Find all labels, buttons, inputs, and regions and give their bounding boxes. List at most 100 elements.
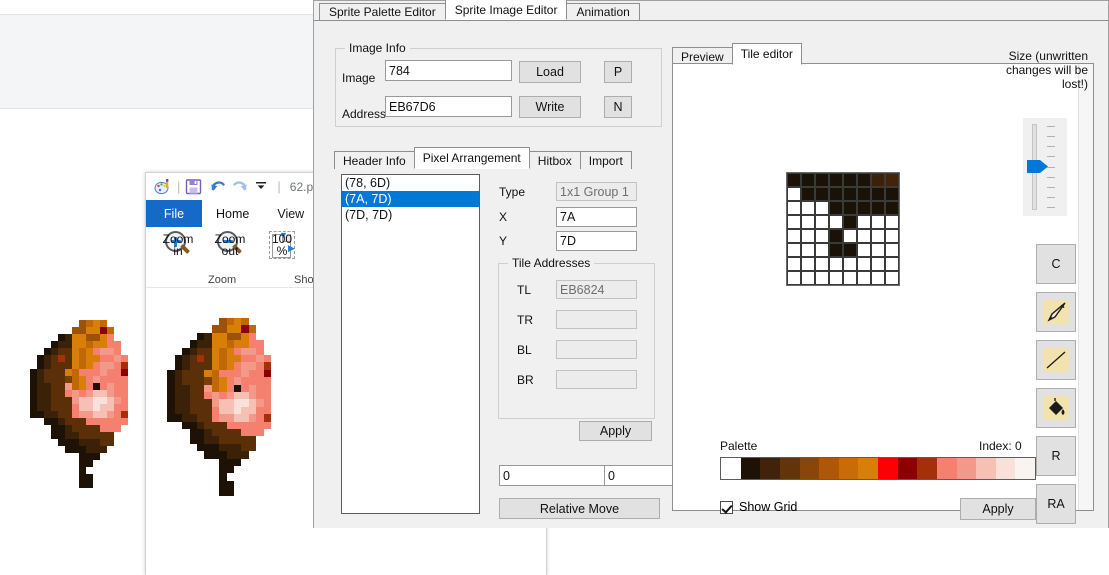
palette-swatch[interactable]	[917, 458, 937, 479]
tile-pixel[interactable]	[885, 229, 899, 243]
palette-strip[interactable]	[720, 457, 1036, 480]
list-item[interactable]: (7A, 7D)	[342, 191, 479, 207]
tab-animation[interactable]: Animation	[566, 3, 639, 20]
tile-pixel[interactable]	[857, 271, 871, 285]
tile-pixel[interactable]	[871, 201, 885, 215]
tile-pixel[interactable]	[843, 243, 857, 257]
address-input[interactable]	[385, 96, 512, 117]
actual-size-button[interactable]: ▼▶ 100%	[256, 231, 308, 259]
palette-swatch[interactable]	[819, 458, 839, 479]
tile-pixel[interactable]	[829, 201, 843, 215]
offset-x-stepper[interactable]: ▲▼	[499, 465, 555, 486]
tile-pixel[interactable]	[843, 271, 857, 285]
tile-pixel[interactable]	[829, 215, 843, 229]
image-input[interactable]	[385, 60, 512, 81]
tile-pixel[interactable]	[829, 229, 843, 243]
tab-sprite-palette-editor[interactable]: Sprite Palette Editor	[319, 3, 446, 20]
y-input[interactable]	[556, 231, 637, 251]
paint-tab-view[interactable]: View	[263, 200, 318, 227]
tile-pixel[interactable]	[871, 243, 885, 257]
redo-icon[interactable]	[231, 178, 249, 196]
tile-pixel[interactable]	[871, 215, 885, 229]
tab-tile-editor[interactable]: Tile editor	[732, 43, 802, 65]
tile-pixel[interactable]	[857, 229, 871, 243]
tile-pixel[interactable]	[871, 187, 885, 201]
tile-pixel[interactable]	[801, 215, 815, 229]
chevron-down-icon[interactable]	[254, 178, 272, 196]
panel-scrollbar[interactable]	[1078, 64, 1093, 510]
tile-pixel[interactable]	[843, 215, 857, 229]
tile-pixel[interactable]	[843, 187, 857, 201]
tile-pixel[interactable]	[815, 173, 829, 187]
tile-pixel[interactable]	[871, 257, 885, 271]
paint-palette-icon[interactable]	[154, 178, 172, 196]
save-icon[interactable]	[185, 178, 203, 196]
pixel-arrangement-list[interactable]: (78, 6D) (7A, 7D) (7D, 7D)	[341, 174, 480, 514]
palette-swatch[interactable]	[780, 458, 800, 479]
tile-pixel[interactable]	[885, 173, 899, 187]
tile-pixel[interactable]	[871, 229, 885, 243]
tab-hitbox[interactable]: Hitbox	[529, 151, 581, 169]
tile-pixel[interactable]	[885, 201, 899, 215]
palette-swatch[interactable]	[937, 458, 957, 479]
tile-pixel[interactable]	[801, 187, 815, 201]
palette-apply-button[interactable]: Apply	[960, 498, 1036, 520]
tile-pixel[interactable]	[857, 201, 871, 215]
size-slider[interactable]	[1023, 118, 1067, 216]
undo-icon[interactable]	[209, 178, 227, 196]
line-tool-button[interactable]	[1036, 340, 1076, 380]
show-grid-checkbox[interactable]	[720, 501, 733, 514]
zoom-in-button[interactable]: Zoomin	[152, 231, 204, 261]
palette-swatch[interactable]	[898, 458, 918, 479]
tab-header-info[interactable]: Header Info	[334, 151, 415, 169]
color-picker-button[interactable]: C	[1036, 244, 1076, 284]
r-button[interactable]: R	[1036, 436, 1076, 476]
paint-tab-home[interactable]: Home	[202, 200, 263, 227]
tile-pixel[interactable]	[801, 229, 815, 243]
x-input[interactable]	[556, 207, 637, 227]
write-button[interactable]: Write	[519, 96, 581, 118]
tile-pixel[interactable]	[885, 243, 899, 257]
n-button[interactable]: N	[604, 96, 632, 118]
tile-pixel[interactable]	[815, 243, 829, 257]
tile-pixel[interactable]	[787, 187, 801, 201]
slider-thumb[interactable]	[1027, 160, 1048, 173]
tile-pixel[interactable]	[787, 257, 801, 271]
tile-pixel[interactable]	[815, 201, 829, 215]
tile-pixel[interactable]	[787, 271, 801, 285]
tile-pixel[interactable]	[843, 229, 857, 243]
palette-swatch[interactable]	[976, 458, 996, 479]
palette-swatch[interactable]	[996, 458, 1016, 479]
palette-swatch[interactable]	[800, 458, 820, 479]
tile-pixel[interactable]	[857, 215, 871, 229]
tile-pixel[interactable]	[857, 173, 871, 187]
tile-pixel[interactable]	[871, 271, 885, 285]
tile-pixel[interactable]	[829, 257, 843, 271]
paint-tab-file[interactable]: File	[146, 200, 202, 227]
relative-move-button[interactable]: Relative Move	[499, 498, 660, 519]
palette-swatch[interactable]	[741, 458, 761, 479]
tile-pixel[interactable]	[815, 271, 829, 285]
palette-swatch[interactable]	[858, 458, 878, 479]
tile-pixel[interactable]	[787, 201, 801, 215]
tile-pixel[interactable]	[815, 215, 829, 229]
tile-pixel[interactable]	[815, 257, 829, 271]
apply-arrangement-button[interactable]: Apply	[579, 421, 652, 441]
tile-pixel[interactable]	[857, 187, 871, 201]
tile-pixel[interactable]	[787, 243, 801, 257]
palette-swatch[interactable]	[878, 458, 898, 479]
load-button[interactable]: Load	[519, 61, 581, 83]
tile-pixel[interactable]	[787, 215, 801, 229]
tile-pixel[interactable]	[843, 173, 857, 187]
palette-swatch[interactable]	[721, 458, 741, 479]
tile-pixel[interactable]	[787, 229, 801, 243]
fill-tool-button[interactable]	[1036, 388, 1076, 428]
offset-y-stepper[interactable]: ▲▼	[604, 465, 660, 486]
tile-pixel[interactable]	[871, 173, 885, 187]
palette-swatch[interactable]	[839, 458, 859, 479]
tile-pixel[interactable]	[815, 187, 829, 201]
tile-pixel[interactable]	[801, 201, 815, 215]
tab-import[interactable]: Import	[580, 151, 632, 169]
tab-sprite-image-editor[interactable]: Sprite Image Editor	[445, 0, 568, 20]
tile-pixel[interactable]	[801, 257, 815, 271]
